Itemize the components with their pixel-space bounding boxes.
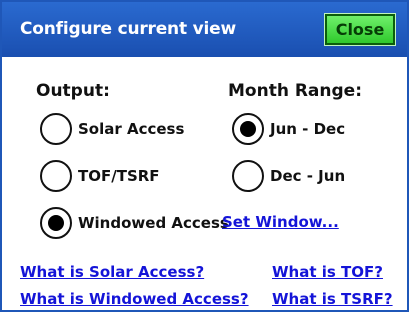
set-window-link[interactable]: Set Window...	[222, 213, 339, 231]
radio-option-jun-dec[interactable]: Jun - Dec	[232, 112, 345, 146]
radio-label: Windowed Access	[78, 214, 229, 232]
radio-button[interactable]	[40, 113, 72, 145]
radio-label: Jun - Dec	[270, 120, 346, 138]
dialog-title: Configure current view	[20, 19, 236, 39]
radio-option-dec-jun[interactable]: Dec - Jun	[232, 159, 345, 193]
what-is-tsrf-link[interactable]: What is TSRF?	[272, 290, 393, 308]
radio-label: Dec - Jun	[270, 167, 346, 185]
title-bar: Configure current view Close	[2, 2, 407, 57]
what-is-tof-link[interactable]: What is TOF?	[272, 263, 383, 281]
close-button[interactable]: Close	[324, 13, 396, 46]
configure-view-dialog: Configure current view Close Output: Mon…	[0, 0, 409, 312]
radio-option-solar-access[interactable]: Solar Access	[40, 112, 184, 146]
radio-option-tof-tsrf[interactable]: TOF/TSRF	[40, 159, 160, 193]
radio-label: Solar Access	[78, 120, 185, 138]
radio-button[interactable]	[40, 207, 72, 239]
radio-button[interactable]	[232, 113, 264, 145]
radio-button[interactable]	[40, 160, 72, 192]
radio-option-windowed-access[interactable]: Windowed Access	[40, 206, 229, 240]
month-range-heading: Month Range:	[228, 81, 363, 101]
output-heading: Output:	[36, 81, 110, 101]
what-is-solar-access-link[interactable]: What is Solar Access?	[20, 263, 204, 281]
what-is-windowed-access-link[interactable]: What is Windowed Access?	[20, 290, 249, 308]
radio-label: TOF/TSRF	[78, 167, 160, 185]
radio-button[interactable]	[232, 160, 264, 192]
